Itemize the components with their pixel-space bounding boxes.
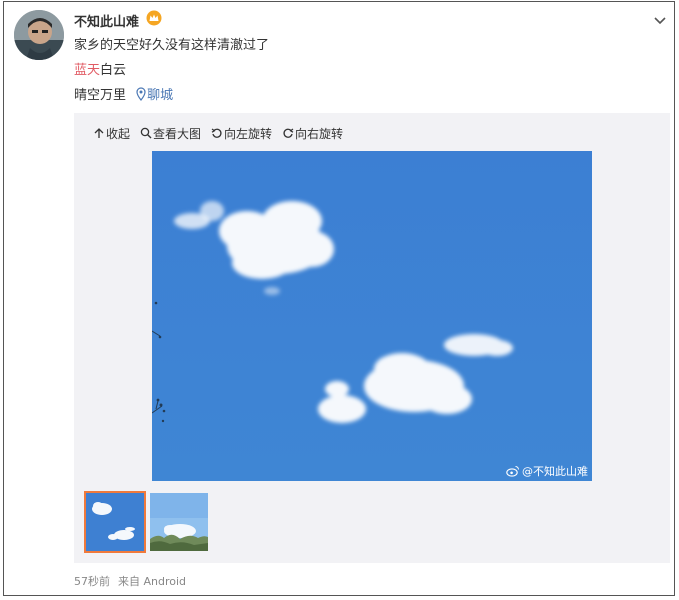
post-time[interactable]: 57秒前 [74,575,110,588]
collapse-label: 收起 [106,126,131,141]
location-pin-icon [136,87,146,101]
thumbnail-2[interactable] [150,493,208,551]
chevron-down-icon[interactable] [652,12,668,28]
post-line-3: 晴空万里 聊城 [74,87,173,105]
rotate-right-button[interactable]: 向右旋转 [282,125,343,141]
search-icon [140,127,152,139]
post-card: 不知此山难 家乡的天空好久没有这样清澈过了 蓝天白云 晴空万里 聊城 收起 查看… [3,1,675,596]
sky-photo [152,151,592,481]
crown-icon [146,10,162,26]
post-text: 家乡的天空好久没有这样清澈过了 [74,38,270,53]
view-large-label: 查看大图 [153,126,202,141]
main-photo[interactable]: @不知此山难 [152,151,592,481]
thumbnail-1-image [86,493,144,551]
photo-watermark: @不知此山难 [506,463,588,479]
rotate-right-label: 向右旋转 [295,126,344,141]
collapse-button[interactable]: 收起 [93,125,130,141]
post-line-3-text: 晴空万里 [74,88,127,103]
rotate-left-label: 向左旋转 [224,126,273,141]
post-source: 来自 Android [118,575,187,588]
rotate-left-button[interactable]: 向左旋转 [211,125,272,141]
rotate-left-icon [211,128,222,138]
location-link[interactable]: 聊城 [147,88,173,103]
avatar[interactable] [14,10,64,60]
post-meta: 57秒前 来自 Android [74,573,194,589]
view-large-button[interactable]: 查看大图 [140,125,201,141]
topic-link[interactable]: 蓝天 [74,63,100,78]
media-toolbar: 收起 查看大图 向左旋转 向右旋转 [93,125,353,141]
watermark-text: @不知此山难 [522,465,588,478]
weibo-logo-icon [506,466,519,477]
collapse-icon [94,128,104,138]
topic-rest: 白云 [100,63,127,78]
thumbnail-2-image [150,493,208,551]
thumbnail-1[interactable] [84,491,146,553]
media-viewer: 收起 查看大图 向左旋转 向右旋转 @不知此山难 [74,113,670,563]
username[interactable]: 不知此山难 [74,11,139,30]
rotate-right-icon [283,128,294,138]
post-topic: 蓝天白云 [74,62,126,80]
